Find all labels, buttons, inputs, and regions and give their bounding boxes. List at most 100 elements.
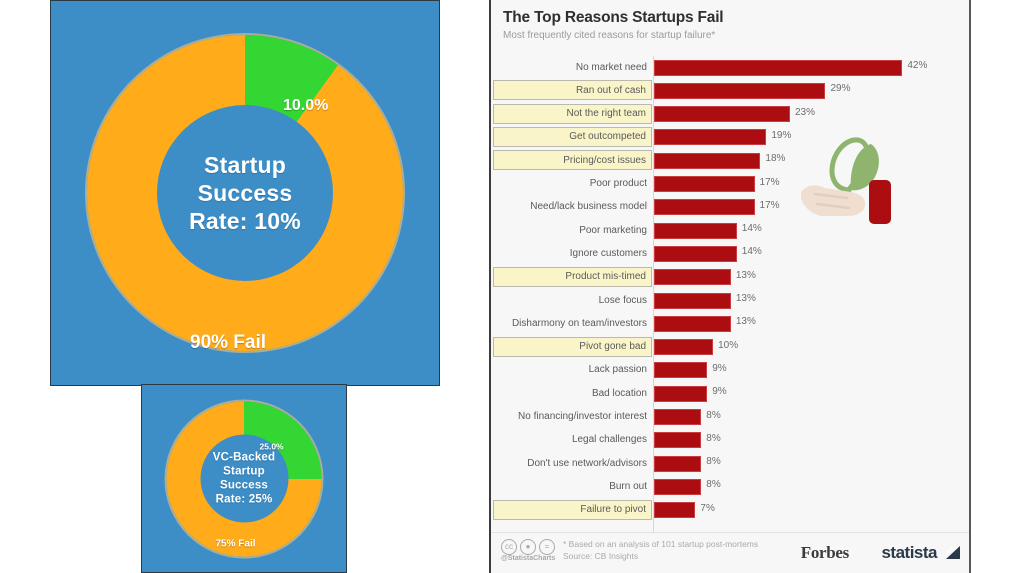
bar-row-label: Bad location [591,387,647,399]
chart-footnote-basis: * Based on an analysis of 101 startup po… [563,539,759,549]
bar-row: Pricing/cost issues 18% [491,149,969,172]
bar-row: Not the right team 23% [491,103,969,126]
bar [654,199,755,216]
bar-row-label-box: No financing/investor interest [493,407,652,427]
bar-row: No financing/investor interest 8% [491,406,969,429]
bar [654,315,731,332]
bar-row-label: No financing/investor interest [518,411,647,422]
bar-row-label-box: Legal challenges [493,430,652,450]
vc-donut-fail-label: 75% Fail [215,538,256,549]
bar-row-label: Pricing/cost issues [563,154,646,166]
bar-value-label: 8% [706,409,721,421]
bar-row-label: Get outcompeted [569,131,646,143]
chart-title: The Top Reasons Startups Fail [503,9,724,26]
bar-row-label-box: Bad location [493,383,652,403]
bar-value-label: 14% [741,246,762,258]
bar-row: Failure to pivot 7% [491,499,969,522]
bar-row: Pivot gone bad 10% [491,336,969,359]
bar-row: Ignore customers 14% [491,242,969,265]
bar-row-label: Ignore customers [569,247,647,259]
bar [654,339,714,356]
main-donut-success-label: 10.0% [283,97,329,114]
bar-row-label-box: Poor marketing [493,220,652,240]
bar-row: Product mis-timed 13% [491,266,969,289]
statista-bar-chart-panel: The Top Reasons Startups Fail Most frequ… [489,0,971,573]
chart-footnote-source: Source: CB Insights [563,551,639,561]
bar-row-label: Product mis-timed [565,271,646,283]
vc-backed-success-donut-panel: VC-Backed Startup Success Rate: 25% 25.0% 7… [141,384,347,573]
bar-value-label: 8% [706,456,721,468]
bar [654,502,696,519]
startup-success-donut: Startup Success Rate: 10% [87,35,403,351]
bar-row-label-box: Don't use network/advisors [493,453,652,473]
bar-row-label-box: Lose focus [493,290,652,310]
bar-row-label-box: Failure to pivot [493,499,652,520]
creative-commons-icons: cc ● = [501,539,555,555]
bar-row-label: Burn out [609,480,647,492]
main-donut-hole: Startup Success Rate: 10% [157,105,333,281]
vc-donut-success-label: 25.0% [259,441,284,451]
bar-row-label: Disharmony on team/investors [511,317,647,329]
bar-row-label-box: Lack passion [493,360,652,380]
bar [654,82,826,99]
bar-row: Ran out of cash 29% [491,79,969,102]
bar-row-label: Failure to pivot [580,504,646,516]
bar-row-label-box: Ignore customers [493,243,652,263]
bar-row-label: Legal challenges [571,434,647,446]
bar-value-label: 17% [759,199,780,211]
bar-row-label-box: Get outcompeted [493,126,652,147]
bar [654,292,731,309]
bar-value-label: 23% [795,106,816,118]
chart-subtitle: Most frequently cited reasons for startu… [503,30,716,41]
bar-row-label-box: Disharmony on team/investors [493,313,652,333]
cc-icon: cc [501,539,517,555]
main-donut-fail-label: 90% Fail [190,332,267,353]
bar [654,222,737,239]
bar-row-label: Need/lack business model [530,201,647,213]
bar-row-label-box: Product mis-timed [493,266,652,287]
statista-logo: statista [881,543,937,562]
bar-row: Don't use network/advisors 8% [491,452,969,475]
bar-row: Get outcompeted 19% [491,126,969,149]
bar [654,455,702,472]
bar-row-label: Poor product [589,178,647,189]
bar-row: Disharmony on team/investors 13% [491,312,969,335]
bar-value-label: 7% [700,502,715,514]
bar-value-label: 19% [771,129,792,141]
bar-value-label: 9% [712,362,727,374]
bar-row: Bad location 9% [491,382,969,405]
chart-footer: cc ● = @StatistaCharts * Based on an ana… [491,532,969,573]
cc-nd-icon: = [539,539,555,555]
main-donut-center-label: Startup Success Rate: 10% [189,151,301,235]
bar-row-label: Ran out of cash [575,84,646,96]
bar-row-label-box: Not the right team [493,103,652,124]
bar-row-label: Poor marketing [579,224,647,236]
bar-row-label-box: Pivot gone bad [493,336,652,357]
bar-value-label: 14% [741,223,762,235]
bar-value-label: 13% [735,269,756,281]
bar-value-label: 10% [718,339,739,351]
bar-row: Lack passion 9% [491,359,969,382]
bar-value-label: 8% [706,432,721,444]
bar-row-label: Not the right team [566,108,646,120]
bar [654,432,702,449]
bar [654,245,737,262]
bar-row: Need/lack business model 17% [491,196,969,219]
bar-row-label: Lose focus [598,294,647,306]
bar-row-label-box: Ran out of cash [493,80,652,101]
bar-value-label: 17% [759,176,780,188]
bar [654,478,702,495]
bar-value-label: 13% [735,316,756,328]
bar-row: Burn out 8% [491,475,969,498]
bar-row-label: Pivot gone bad [579,341,646,353]
bar-value-label: 18% [765,153,786,165]
bar-row: Legal challenges 8% [491,429,969,452]
donut-charts-column: Startup Success Rate: 10% 10.0% 90% Fail V… [0,0,470,573]
bar-row: No market need 42% [491,56,969,79]
bar [654,129,767,146]
bar-value-label: 13% [735,293,756,304]
bar-row-label: Don't use network/advisors [527,457,647,469]
bar-row-label-box: Need/lack business model [493,197,652,217]
cc-by-icon: ● [520,539,536,555]
statista-arrow-icon [945,546,960,559]
